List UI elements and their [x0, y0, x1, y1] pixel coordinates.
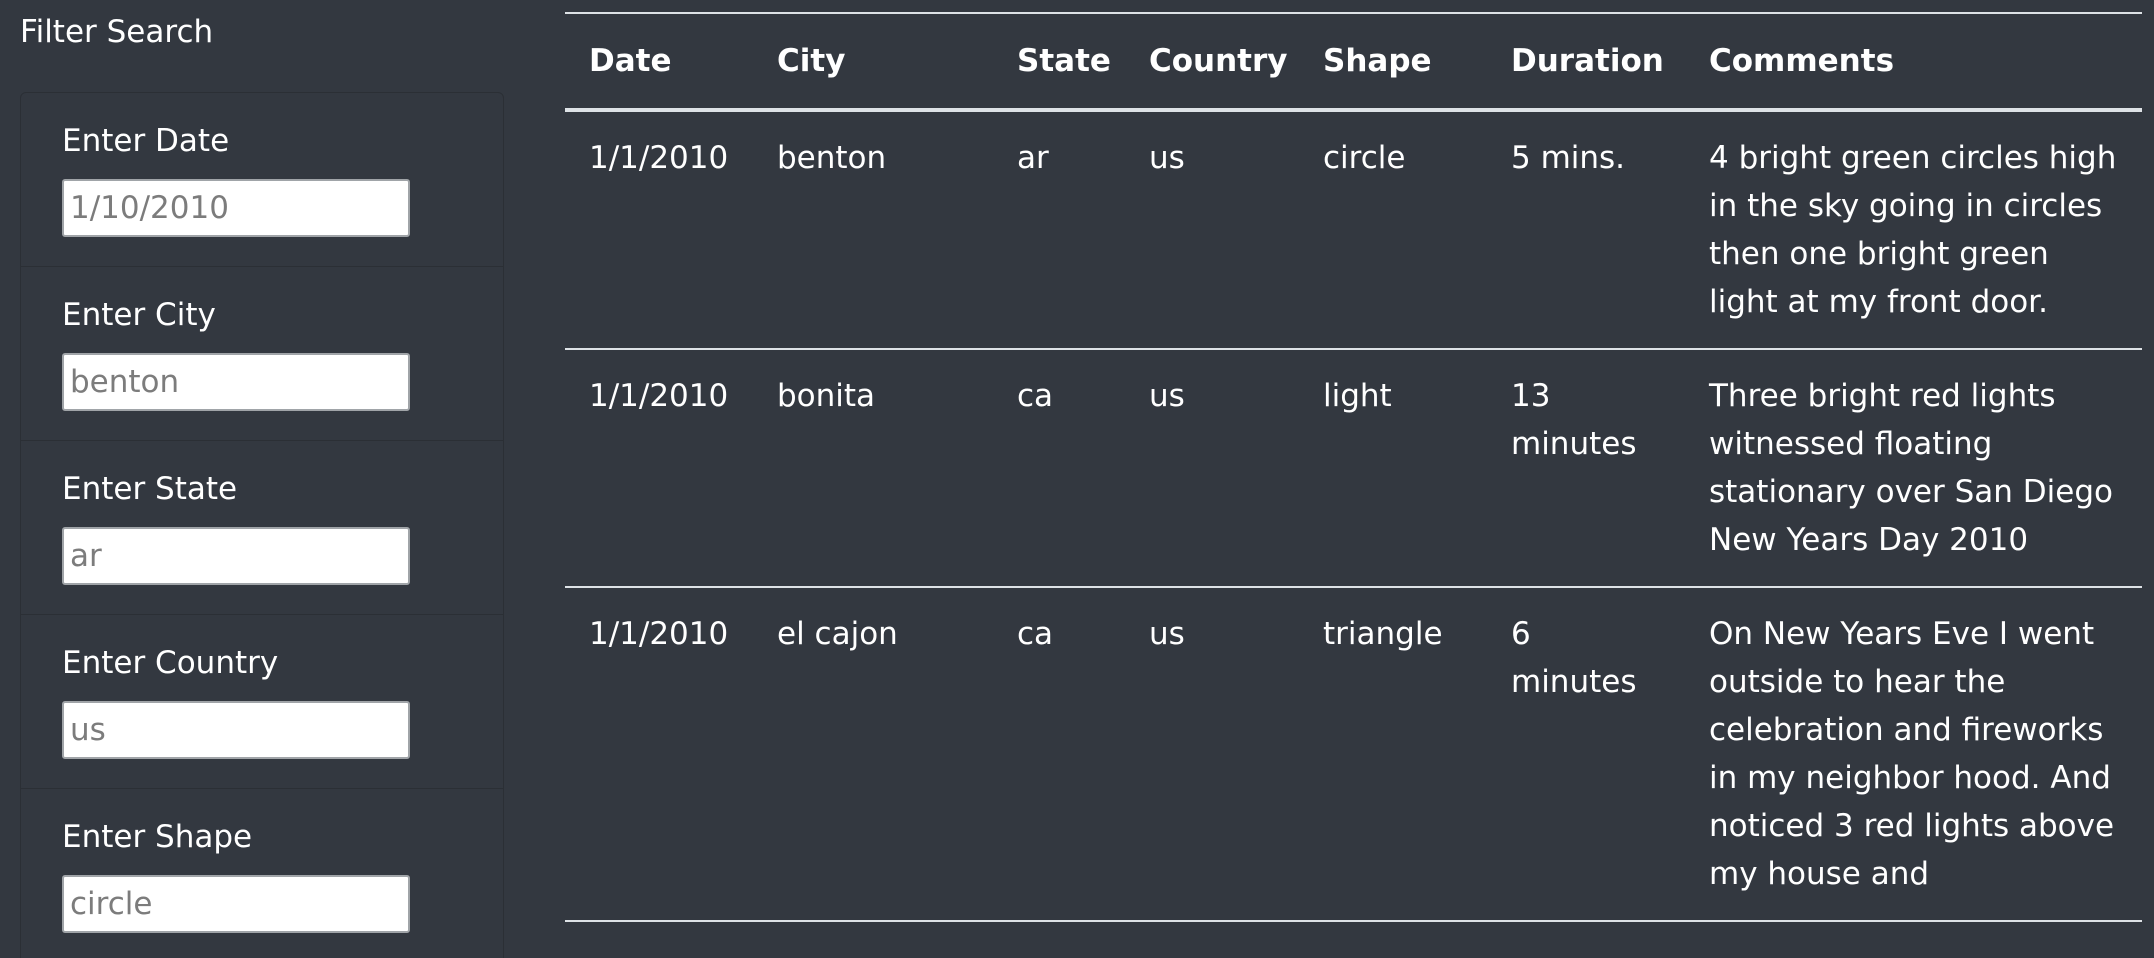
column-header-shape: Shape — [1299, 12, 1487, 112]
shape-filter-label: Enter Shape — [62, 819, 253, 855]
cell-duration: 6 minutes — [1487, 587, 1685, 922]
table-body: 1/1/2010 benton ar us circle 5 mins. 4 b… — [565, 110, 2142, 922]
filter-sidebar: Filter Search Enter Date Enter City Ente… — [0, 0, 520, 958]
cell-country: us — [1125, 587, 1299, 922]
cell-duration: 5 mins. — [1487, 110, 1685, 350]
state-filter-input[interactable] — [62, 527, 410, 585]
date-filter-input[interactable] — [62, 179, 410, 237]
table-header: Date City State Country Shape Duration C… — [565, 12, 2142, 112]
table-row: 1/1/2010 el cajon ca us triangle 6 minut… — [565, 587, 2142, 922]
column-header-state: State — [993, 12, 1125, 112]
cell-comments: 4 bright green circles high in the sky g… — [1685, 110, 2142, 350]
filter-item-date: Enter Date — [21, 93, 503, 267]
cell-state: ar — [993, 110, 1125, 350]
country-filter-input[interactable] — [62, 701, 410, 759]
filter-search-title: Filter Search — [20, 14, 214, 50]
state-filter-label: Enter State — [62, 471, 238, 507]
cell-country: us — [1125, 349, 1299, 588]
shape-filter-input[interactable] — [62, 875, 410, 933]
column-header-city: City — [753, 12, 993, 112]
filter-item-country: Enter Country — [21, 615, 503, 789]
cell-city: benton — [753, 110, 993, 350]
column-header-comments: Comments — [1685, 12, 2142, 112]
cell-date: 1/1/2010 — [565, 587, 753, 922]
cell-shape: light — [1299, 349, 1487, 588]
city-filter-input[interactable] — [62, 353, 410, 411]
date-filter-label: Enter Date — [62, 123, 230, 159]
cell-shape: triangle — [1299, 587, 1487, 922]
ufo-table-container: Date City State Country Shape Duration C… — [565, 12, 2142, 922]
filter-item-city: Enter City — [21, 267, 503, 441]
header-row: Date City State Country Shape Duration C… — [565, 12, 2142, 112]
cell-city: bonita — [753, 349, 993, 588]
cell-comments: Three bright red lights witnessed floati… — [1685, 349, 2142, 588]
column-header-country: Country — [1125, 12, 1299, 112]
cell-state: ca — [993, 349, 1125, 588]
table-row: 1/1/2010 benton ar us circle 5 mins. 4 b… — [565, 110, 2142, 350]
cell-state: ca — [993, 587, 1125, 922]
cell-shape: circle — [1299, 110, 1487, 350]
country-filter-label: Enter Country — [62, 645, 279, 681]
city-filter-label: Enter City — [62, 297, 216, 333]
page: Filter Search Enter Date Enter City Ente… — [0, 0, 2154, 958]
cell-date: 1/1/2010 — [565, 349, 753, 588]
column-header-date: Date — [565, 12, 753, 112]
column-header-duration: Duration — [1487, 12, 1685, 112]
filter-list: Enter Date Enter City Enter State Enter … — [20, 92, 504, 958]
cell-comments: On New Years Eve I went outside to hear … — [1685, 587, 2142, 922]
filter-item-state: Enter State — [21, 441, 503, 615]
filter-item-shape: Enter Shape — [21, 789, 503, 958]
cell-duration: 13 minutes — [1487, 349, 1685, 588]
cell-country: us — [1125, 110, 1299, 350]
cell-city: el cajon — [753, 587, 993, 922]
table-row: 1/1/2010 bonita ca us light 13 minutes T… — [565, 349, 2142, 588]
cell-date: 1/1/2010 — [565, 110, 753, 350]
ufo-sightings-table: Date City State Country Shape Duration C… — [565, 12, 2142, 922]
